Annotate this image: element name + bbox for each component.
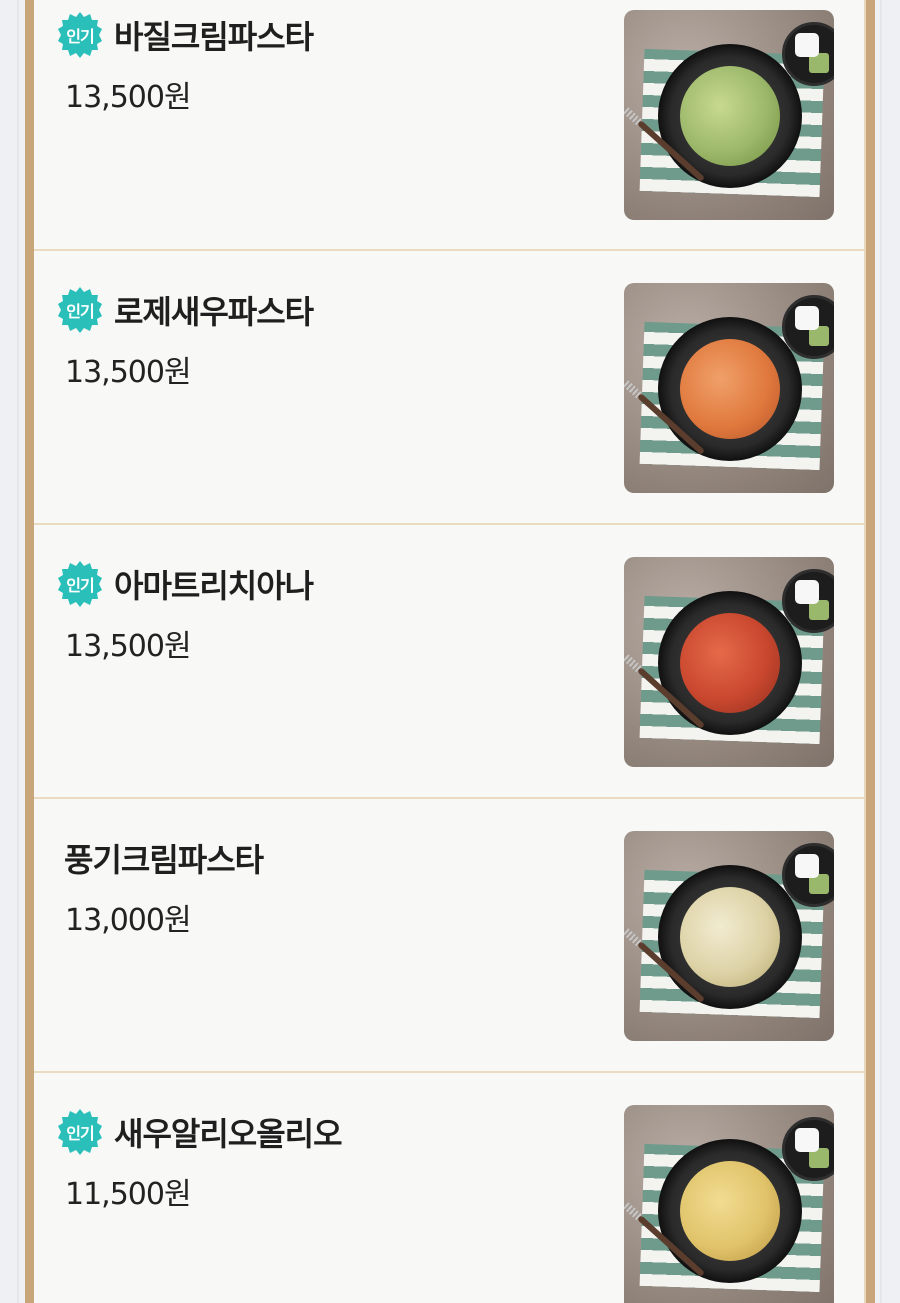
popular-badge-label: 인기 xyxy=(66,302,94,321)
menu-item-name: 풍기크림파스타 xyxy=(64,841,264,879)
menu-item-name: 로제새우파스타 xyxy=(114,293,314,331)
page: 인기 바질크림파스타 13,500원 인기 로제새우파스타 13,500원 인기… xyxy=(0,0,900,1303)
menu-item-price: 11,500원 xyxy=(65,1177,192,1212)
menu-item-photo[interactable] xyxy=(624,1105,834,1303)
menu-item[interactable]: 인기 새우알리오올리오 11,500원 xyxy=(34,1073,866,1303)
menu-item-price: 13,500원 xyxy=(65,629,192,664)
menu-item-name: 바질크림파스타 xyxy=(114,18,314,56)
menu-item-title-row: 인기 아마트리치아나 xyxy=(56,559,314,609)
menu-item-text: 풍기크림파스타 13,000원 xyxy=(56,799,264,939)
menu-frame: 인기 바질크림파스타 13,500원 인기 로제새우파스타 13,500원 인기… xyxy=(25,0,875,1303)
menu-item-name: 새우알리오올리오 xyxy=(114,1115,343,1153)
popular-badge-label: 인기 xyxy=(66,27,94,46)
menu-item-price: 13,500원 xyxy=(65,355,192,390)
menu-item-text: 인기 바질크림파스타 13,500원 xyxy=(56,0,314,116)
menu-item-text: 인기 새우알리오올리오 11,500원 xyxy=(56,1073,343,1213)
menu-item-title-row: 인기 로제새우파스타 xyxy=(56,285,314,335)
pasta-image xyxy=(680,887,780,987)
menu-item-photo[interactable] xyxy=(624,10,834,220)
left-edge-line xyxy=(17,0,19,1303)
right-edge-line xyxy=(880,0,882,1303)
menu-item-title-row: 인기 새우알리오올리오 xyxy=(56,1107,343,1157)
menu-list: 인기 바질크림파스타 13,500원 인기 로제새우파스타 13,500원 인기… xyxy=(34,0,866,1303)
popular-badge: 인기 xyxy=(56,560,104,608)
menu-item-title-row: 풍기크림파스타 xyxy=(56,833,264,883)
pasta-image xyxy=(680,66,780,166)
menu-item-photo[interactable] xyxy=(624,831,834,1041)
pasta-image xyxy=(680,339,780,439)
menu-item[interactable]: 풍기크림파스타 13,000원 xyxy=(34,799,866,1073)
menu-item-photo[interactable] xyxy=(624,283,834,493)
menu-item-name: 아마트리치아나 xyxy=(114,567,314,605)
popular-badge: 인기 xyxy=(56,11,104,59)
menu-item-price: 13,000원 xyxy=(65,903,192,938)
popular-badge-label: 인기 xyxy=(66,576,94,595)
menu-item-title-row: 인기 바질크림파스타 xyxy=(56,10,314,60)
popular-badge: 인기 xyxy=(56,286,104,334)
menu-item[interactable]: 인기 로제새우파스타 13,500원 xyxy=(34,251,866,525)
menu-item-text: 인기 아마트리치아나 13,500원 xyxy=(56,525,314,665)
pasta-image xyxy=(680,613,780,713)
popular-badge-label: 인기 xyxy=(66,1124,94,1143)
popular-badge: 인기 xyxy=(56,1108,104,1156)
pasta-image xyxy=(680,1161,780,1261)
menu-item[interactable]: 인기 바질크림파스타 13,500원 xyxy=(34,0,866,251)
menu-item-price: 13,500원 xyxy=(65,80,192,115)
menu-item[interactable]: 인기 아마트리치아나 13,500원 xyxy=(34,525,866,799)
menu-item-photo[interactable] xyxy=(624,557,834,767)
menu-item-text: 인기 로제새우파스타 13,500원 xyxy=(56,251,314,391)
